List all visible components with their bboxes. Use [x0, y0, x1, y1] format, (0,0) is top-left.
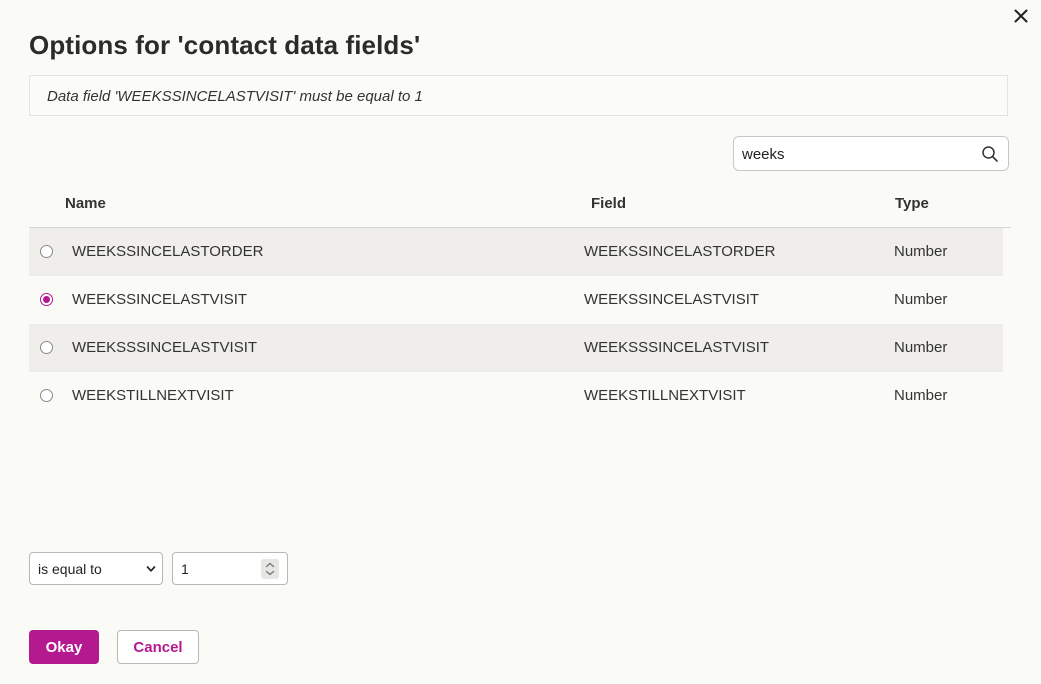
row-type: Number: [894, 339, 948, 356]
row-radio[interactable]: [40, 341, 53, 354]
row-field: WEEKSSSINCELASTVISIT: [584, 339, 770, 356]
options-dialog: Options for 'contact data fields' Data f…: [0, 0, 1041, 684]
table-row[interactable]: WEEKSSSINCELASTVISIT WEEKSSSINCELASTVISI…: [29, 324, 1003, 372]
condition-summary: Data field 'WEEKSSINCELASTVISIT' must be…: [29, 75, 1008, 116]
okay-button[interactable]: Okay: [29, 630, 99, 664]
close-icon: [1014, 9, 1028, 23]
row-field: WEEKSSINCELASTVISIT: [584, 291, 760, 308]
row-radio-selected[interactable]: [40, 293, 53, 306]
operator-select[interactable]: is equal to: [29, 552, 163, 585]
row-radio[interactable]: [40, 245, 53, 258]
table-header: Name Field Type: [29, 180, 1011, 228]
row-type: Number: [894, 243, 948, 260]
column-header-field: Field: [591, 195, 627, 212]
close-button[interactable]: [1009, 6, 1033, 26]
search-input[interactable]: [742, 143, 972, 165]
row-field: WEEKSTILLNEXTVISIT: [584, 387, 746, 404]
value-number-input[interactable]: 1: [172, 552, 288, 585]
row-type: Number: [894, 291, 948, 308]
operator-value: is equal to: [38, 561, 102, 577]
column-header-type: Type: [895, 195, 929, 212]
chevron-down-icon: [146, 566, 156, 572]
cancel-button[interactable]: Cancel: [117, 630, 199, 664]
table-row[interactable]: WEEKSSINCELASTVISIT WEEKSSINCELASTVISIT …: [29, 276, 1003, 324]
row-name: WEEKSTILLNEXTVISIT: [72, 387, 234, 404]
search-icon[interactable]: [981, 145, 999, 163]
row-field: WEEKSSINCELASTORDER: [584, 243, 776, 260]
spinner-arrows-icon: [265, 562, 275, 576]
row-name: WEEKSSSINCELASTVISIT: [72, 339, 258, 356]
dialog-title: Options for 'contact data fields': [29, 30, 421, 60]
number-spinner[interactable]: [261, 559, 279, 579]
condition-summary-text: Data field 'WEEKSSINCELASTVISIT' must be…: [47, 88, 423, 105]
number-value: 1: [181, 561, 189, 577]
row-name: WEEKSSINCELASTVISIT: [72, 291, 248, 308]
row-name: WEEKSSINCELASTORDER: [72, 243, 264, 260]
search-box[interactable]: [733, 136, 1009, 171]
column-header-name: Name: [65, 195, 106, 212]
row-type: Number: [894, 387, 948, 404]
table-row[interactable]: WEEKSSINCELASTORDER WEEKSSINCELASTORDER …: [29, 228, 1003, 276]
row-radio[interactable]: [40, 389, 53, 402]
fields-table: Name Field Type WEEKSSINCELASTORDER WEEK…: [29, 180, 1011, 420]
table-row[interactable]: WEEKSTILLNEXTVISIT WEEKSTILLNEXTVISIT Nu…: [29, 372, 1003, 420]
